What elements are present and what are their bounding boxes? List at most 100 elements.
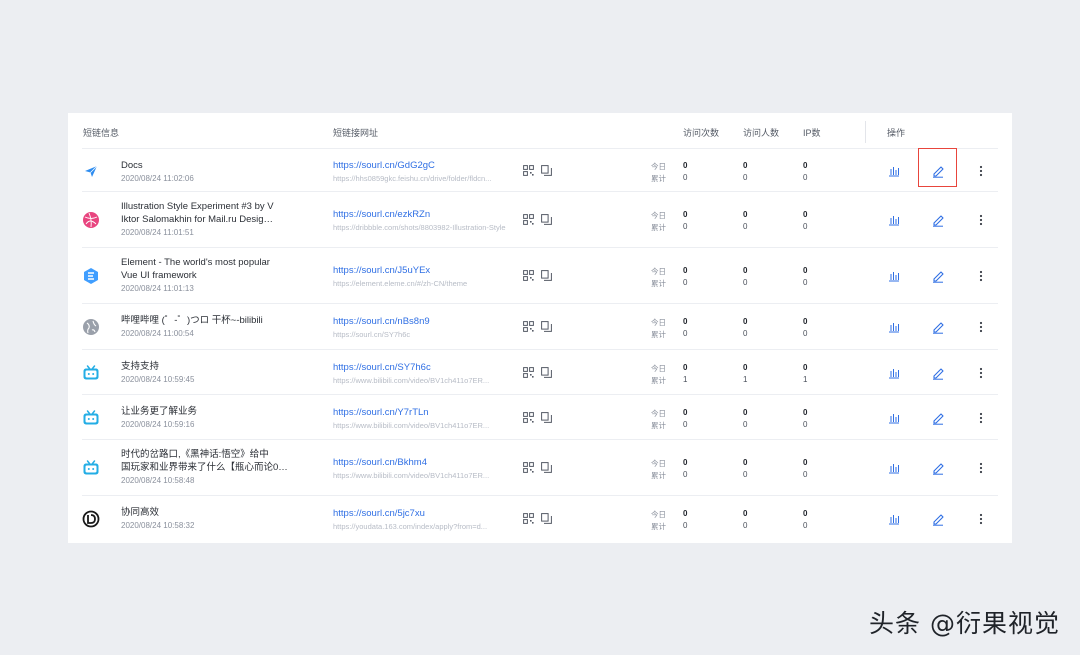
- visitors-today: 0: [743, 458, 748, 467]
- ip-total: 0: [803, 470, 808, 479]
- long-url-text: https://element.eleme.cn/#/zh-CN/theme: [333, 279, 468, 288]
- stats-chart-icon[interactable]: [887, 164, 901, 178]
- more-options-icon[interactable]: [974, 411, 988, 425]
- bilibili-tv-icon: [82, 409, 100, 427]
- stats-chart-icon[interactable]: [887, 213, 901, 227]
- visits-today: 0: [683, 266, 688, 275]
- copy-icon[interactable]: [541, 321, 552, 332]
- table-row: Docs 2020/08/24 11:02:06 https://sourl.cn/…: [82, 148, 998, 192]
- visits-total: 0: [683, 329, 688, 338]
- copy-icon[interactable]: [541, 367, 552, 378]
- today-label: 今日: [651, 459, 666, 468]
- stats-chart-icon[interactable]: [887, 512, 901, 526]
- link-created-date: 2020/08/24 11:02:06: [121, 174, 194, 183]
- ip-today: 0: [803, 317, 808, 326]
- visitors-total: 0: [743, 329, 748, 338]
- ip-total: 0: [803, 222, 808, 231]
- link-title: 协同高效: [121, 507, 160, 518]
- qr-code-icon[interactable]: [523, 367, 534, 378]
- visits-total: 0: [683, 222, 688, 231]
- copy-icon[interactable]: [541, 165, 552, 176]
- edit-pencil-icon[interactable]: [931, 366, 945, 380]
- copy-icon[interactable]: [541, 462, 552, 473]
- qr-code-icon[interactable]: [523, 214, 534, 225]
- header-url: 短链接网址: [333, 128, 379, 138]
- bilibili-tv-icon: [82, 459, 100, 477]
- link-title: Element - The world's most popular Vue U…: [121, 257, 270, 281]
- table-row: 协同高效 2020/08/24 10:58:32 https://sourl.cn/…: [82, 495, 998, 542]
- edit-pencil-icon[interactable]: [931, 512, 945, 526]
- more-options-icon[interactable]: [974, 164, 988, 178]
- link-created-date: 2020/08/24 10:58:48: [121, 476, 195, 485]
- stats-chart-icon[interactable]: [887, 320, 901, 334]
- short-url-link[interactable]: https://sourl.cn/ezkRZn: [333, 209, 430, 220]
- more-options-icon[interactable]: [974, 320, 988, 334]
- visits-today: 0: [683, 458, 688, 467]
- edit-pencil-icon[interactable]: [931, 213, 945, 227]
- visits-total: 0: [683, 278, 688, 287]
- edit-pencil-icon[interactable]: [931, 461, 945, 475]
- copy-icon[interactable]: [541, 513, 552, 524]
- ip-today: 0: [803, 161, 808, 170]
- more-options-icon[interactable]: [974, 269, 988, 283]
- visitors-total: 0: [743, 521, 748, 530]
- short-url-link[interactable]: https://sourl.cn/nBs8n9: [333, 316, 430, 327]
- edit-pencil-icon[interactable]: [931, 411, 945, 425]
- today-label: 今日: [651, 318, 666, 327]
- copy-icon[interactable]: [541, 412, 552, 423]
- stats-chart-icon[interactable]: [887, 411, 901, 425]
- short-url-link[interactable]: https://sourl.cn/SY7h6c: [333, 362, 431, 373]
- today-label: 今日: [651, 364, 666, 373]
- more-options-icon[interactable]: [974, 213, 988, 227]
- visitors-total: 0: [743, 420, 748, 429]
- short-url-link[interactable]: https://sourl.cn/J5uYEx: [333, 265, 430, 276]
- today-label: 今日: [651, 211, 666, 220]
- link-title: Docs: [121, 160, 143, 171]
- qr-code-icon[interactable]: [523, 270, 534, 281]
- short-url-link[interactable]: https://sourl.cn/5jc7xu: [333, 508, 425, 519]
- short-url-link[interactable]: https://sourl.cn/GdG2gC: [333, 160, 435, 171]
- table-row: Illustration Style Experiment #3 by V Ik…: [82, 191, 998, 248]
- link-created-date: 2020/08/24 10:59:16: [121, 420, 195, 429]
- element-logo-icon: [82, 267, 100, 285]
- link-created-date: 2020/08/24 11:01:51: [121, 228, 194, 237]
- stats-chart-icon[interactable]: [887, 461, 901, 475]
- copy-icon[interactable]: [541, 214, 552, 225]
- stats-chart-icon[interactable]: [887, 366, 901, 380]
- header-visits: 访问次数: [683, 128, 720, 138]
- table-row: 支持支持 2020/08/24 10:59:45 https://sourl.cn/…: [82, 349, 998, 395]
- total-label: 累计: [651, 421, 666, 430]
- visitors-today: 0: [743, 210, 748, 219]
- visitors-total: 0: [743, 470, 748, 479]
- short-url-link[interactable]: https://sourl.cn/Bkhm4: [333, 457, 427, 468]
- qr-code-icon[interactable]: [523, 412, 534, 423]
- stats-chart-icon[interactable]: [887, 269, 901, 283]
- table-row: 哔哩哔哩 (゜-゜)つロ 干杯~-bilibili 2020/08/24 11:0…: [82, 303, 998, 350]
- edit-pencil-icon[interactable]: [931, 269, 945, 283]
- more-options-icon[interactable]: [974, 461, 988, 475]
- visits-today: 0: [683, 363, 688, 372]
- ip-today: 0: [803, 363, 808, 372]
- visits-total: 0: [683, 173, 688, 182]
- long-url-text: https://hhs0859gkc.feishu.cn/drive/folde…: [333, 174, 492, 183]
- more-options-icon[interactable]: [974, 366, 988, 380]
- visitors-total: 0: [743, 173, 748, 182]
- link-created-date: 2020/08/24 11:01:13: [121, 284, 194, 293]
- long-url-text: https://sourl.cn/SY7h6c: [333, 330, 411, 339]
- qr-code-icon[interactable]: [523, 321, 534, 332]
- visitors-today: 0: [743, 408, 748, 417]
- copy-icon[interactable]: [541, 270, 552, 281]
- watermark-text: 头条 @衍果视觉: [869, 609, 1060, 638]
- short-url-link[interactable]: https://sourl.cn/Y7rTLn: [333, 407, 429, 418]
- more-options-icon[interactable]: [974, 512, 988, 526]
- edit-pencil-icon[interactable]: [931, 320, 945, 334]
- visitors-total: 0: [743, 222, 748, 231]
- link-title: 时代的岔路口,《黑神话:悟空》给中 国玩家和业界带来了什么【瓶心而论0…: [121, 449, 288, 473]
- header-visitors: 访问人数: [743, 128, 780, 138]
- long-url-text: https://www.bilibili.com/video/BV1ch411o…: [333, 376, 490, 385]
- ip-today: 0: [803, 210, 808, 219]
- qr-code-icon[interactable]: [523, 513, 534, 524]
- qr-code-icon[interactable]: [523, 165, 534, 176]
- qr-code-icon[interactable]: [523, 462, 534, 473]
- bilibili-tv-icon: [82, 364, 100, 382]
